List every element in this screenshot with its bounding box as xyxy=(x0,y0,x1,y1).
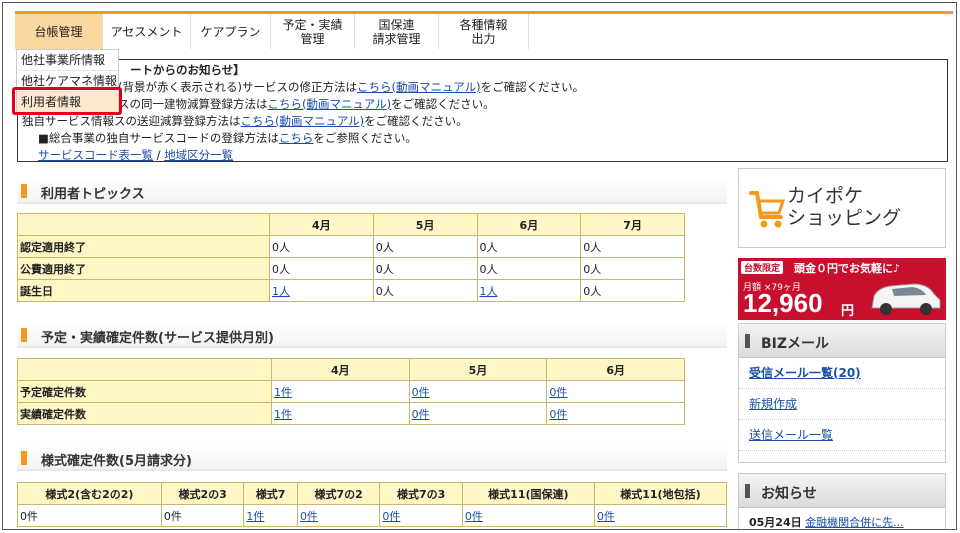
notice-box: ートからのお知らせ】 (背景が赤く表示される)サービスの修正方法はこちら(動画マ… xyxy=(17,59,948,162)
service-code-link[interactable]: サービスコード表一覧 xyxy=(38,148,153,162)
main-nav: 台帳管理 アセスメント ケアプラン 予定・実績 管理 国保連 請求管理 各種情報… xyxy=(15,11,529,49)
forms-header: 様式確定件数(5月請求分) xyxy=(17,445,727,471)
notice-link-2[interactable]: こちら(動画マニュアル) xyxy=(268,97,392,111)
confirm-table: 4月 5月 6月 予定確定件数 1件 0件 0件 実績確定件数 1件 0件 0件 xyxy=(17,358,685,425)
topics-table: 4月 5月 6月 7月 認定適用終了 0人 0人 0人 0人 公費適用終了 0人 0人 0人 0人 誕… xyxy=(17,213,685,302)
topics-header: 利用者トピックス xyxy=(17,178,727,204)
sent-link[interactable]: 送信メール一覧 xyxy=(739,420,945,451)
notice-link-4[interactable]: こちら xyxy=(279,131,314,145)
actual-jun-link[interactable]: 0件 xyxy=(549,408,567,421)
notice-line-3: 独自サービス情報スの送迎減算登録方法はこちら(動画マニュアル)をご確認ください。 xyxy=(22,114,468,128)
table-row: 認定適用終了 0人 0人 0人 0人 xyxy=(17,235,685,258)
actual-may-link[interactable]: 0件 xyxy=(412,408,430,421)
form11-kokuho-link[interactable]: 0件 xyxy=(465,510,483,523)
confirm-header: 予定・実績確定件数(サービス提供月別) xyxy=(17,322,727,348)
form7-link[interactable]: 1件 xyxy=(246,510,264,523)
table-row: 公費適用終了 0人 0人 0人 0人 xyxy=(17,257,685,280)
notice-line-2: スの同一建物減算登録方法はこちら(動画マニュアル)をご確認ください。 xyxy=(118,97,495,111)
notice-title: ートからのお知らせ】 xyxy=(130,63,245,77)
table-row: 予定確定件数 1件 0件 0件 xyxy=(17,380,685,403)
app-window: 台帳管理 アセスメント ケアプラン 予定・実績 管理 国保連 請求管理 各種情報… xyxy=(2,2,957,530)
cart-icon xyxy=(749,191,786,228)
news-item: 05月24日 金融機関合併に先... xyxy=(749,516,904,529)
table-row: 誕生日 1人 0人 1人 0人 xyxy=(17,279,685,302)
table-row: 0件 0件 1件 0件 0件 0件 0件 xyxy=(17,504,728,527)
notice-link-3[interactable]: こちら(動画マニュアル) xyxy=(241,114,365,128)
nav-careplan[interactable]: ケアプラン xyxy=(191,14,271,49)
forms-table: 様式2(含む2の2) 様式2の3 様式7 様式7の2 様式7の3 様式11(国保連) 様式1… xyxy=(17,482,728,527)
nav-assessment[interactable]: アセスメント xyxy=(103,14,191,49)
compose-link[interactable]: 新規作成 xyxy=(739,389,945,420)
nav-schedule[interactable]: 予定・実績 管理 xyxy=(271,14,355,49)
nav-output[interactable]: 各種情報 出力 xyxy=(439,14,529,49)
form7-3-link[interactable]: 0件 xyxy=(382,510,400,523)
notice-line-4: ■総合事業の独自サービスコードの登録方法はこちらをご参照ください。 xyxy=(38,131,417,145)
notice-links: サービスコード表一覧 / 地域区分一覧 xyxy=(38,148,234,162)
birthday-jun-link[interactable]: 1人 xyxy=(480,285,498,298)
shopping-banner[interactable]: カイポケ ショッピング xyxy=(738,168,946,248)
plan-jun-link[interactable]: 0件 xyxy=(549,386,567,399)
actual-apr-link[interactable]: 1件 xyxy=(274,408,292,421)
region-link[interactable]: 地域区分一覧 xyxy=(164,148,233,162)
dropdown-item-other-office[interactable]: 他社事業所情報 xyxy=(17,50,118,71)
nav-ledger[interactable]: 台帳管理 xyxy=(15,14,103,49)
notice-link-1[interactable]: こちら(動画マニュアル) xyxy=(357,80,481,94)
news-panel: お知らせ 05月24日 金融機関合併に先... xyxy=(738,473,946,529)
table-row: 実績確定件数 1件 0件 0件 xyxy=(17,402,685,425)
plan-may-link[interactable]: 0件 xyxy=(412,386,430,399)
birthday-apr-link[interactable]: 1人 xyxy=(272,285,290,298)
news-link[interactable]: 金融機関合併に先... xyxy=(805,516,904,529)
car-lease-banner[interactable]: 台数限定 頭金０円でお気軽に♪ 月額 ×79ヶ月 12,960 円 xyxy=(738,258,946,320)
inbox-link[interactable]: 受信メール一覧(20) xyxy=(739,358,945,389)
notice-line-1: (背景が赤く表示される)サービスの修正方法はこちら(動画マニュアル)をご確認くだ… xyxy=(118,80,585,94)
car-icon xyxy=(871,283,941,315)
plan-apr-link[interactable]: 1件 xyxy=(274,386,292,399)
form7-2-link[interactable]: 0件 xyxy=(300,510,318,523)
highlight-box xyxy=(12,87,122,115)
nav-billing[interactable]: 国保連 請求管理 xyxy=(355,14,439,49)
biz-mail-panel: BIZメール 受信メール一覧(20) 新規作成 送信メール一覧 xyxy=(738,323,946,463)
form11-chihou-link[interactable]: 0件 xyxy=(597,510,615,523)
